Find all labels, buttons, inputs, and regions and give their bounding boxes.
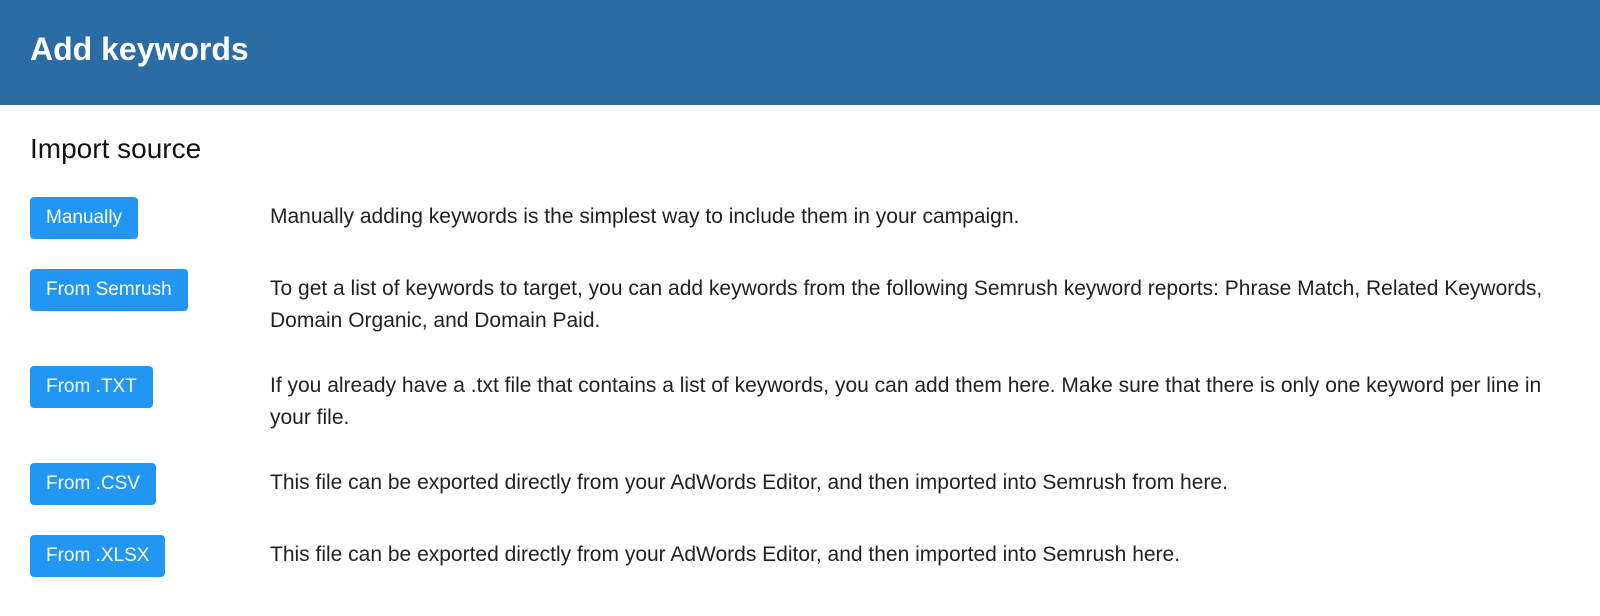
page-title: Add keywords [30,31,249,68]
import-row-txt: From .TXT If you already have a .txt fil… [30,366,1570,433]
from-semrush-button[interactable]: From Semrush [30,269,188,311]
manually-button[interactable]: Manually [30,197,138,239]
import-row-xlsx: From .XLSX This file can be exported dir… [30,535,1570,577]
page-header: Add keywords [0,0,1600,105]
import-row-semrush: From Semrush To get a list of keywords t… [30,269,1570,336]
button-col: From .XLSX [30,535,270,577]
button-col: From .CSV [30,463,270,505]
manually-description: Manually adding keywords is the simplest… [270,197,1570,233]
button-col: Manually [30,197,270,239]
from-xlsx-button[interactable]: From .XLSX [30,535,165,577]
button-col: From .TXT [30,366,270,408]
content-area: Import source Manually Manually adding k… [0,105,1600,577]
section-title: Import source [30,133,1570,165]
from-txt-description: If you already have a .txt file that con… [270,366,1570,433]
from-semrush-description: To get a list of keywords to target, you… [270,269,1570,336]
import-row-csv: From .CSV This file can be exported dire… [30,463,1570,505]
button-col: From Semrush [30,269,270,311]
from-csv-description: This file can be exported directly from … [270,463,1570,499]
from-txt-button[interactable]: From .TXT [30,366,153,408]
from-xlsx-description: This file can be exported directly from … [270,535,1570,571]
import-row-manually: Manually Manually adding keywords is the… [30,197,1570,239]
from-csv-button[interactable]: From .CSV [30,463,156,505]
